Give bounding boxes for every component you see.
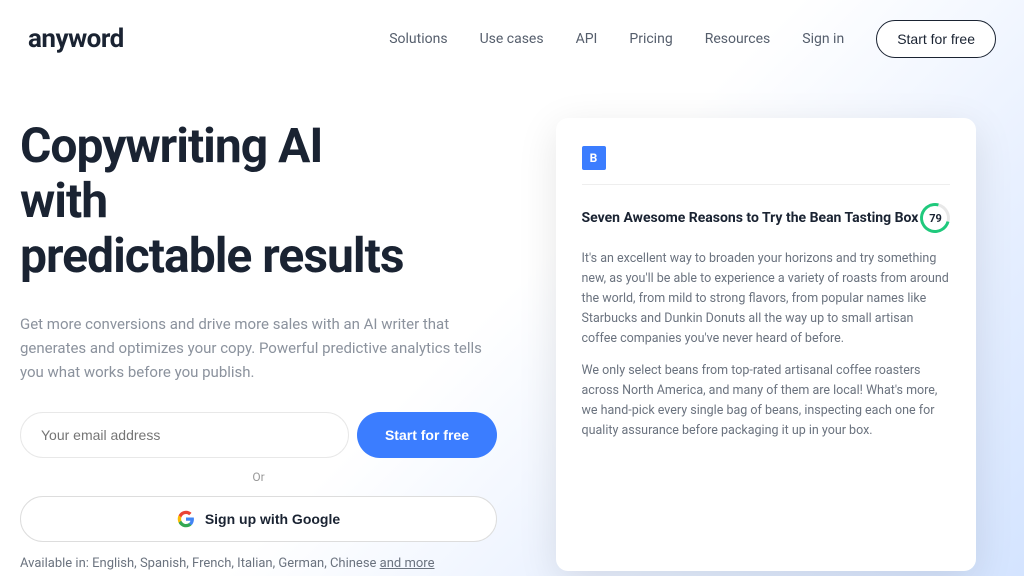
blog-icon: B (582, 146, 606, 170)
headline-line-3: predictable results (20, 227, 403, 284)
headline: Copywriting AI with predictable results (20, 118, 497, 284)
languages-more-link[interactable]: and more (380, 556, 435, 571)
google-signup-button[interactable]: Sign up with Google (20, 496, 497, 542)
headline-line-1: Copywriting AI (20, 117, 322, 174)
email-signup-row: Start for free (20, 412, 497, 458)
top-nav: anyword Solutions Use cases API Pricing … (0, 0, 1024, 78)
score-badge: 79 (914, 198, 955, 239)
demo-card: B Seven Awesome Reasons to Try the Bean … (556, 118, 976, 571)
logo[interactable]: anyword (28, 24, 124, 54)
nav-use-cases[interactable]: Use cases (480, 31, 544, 47)
email-input[interactable] (20, 412, 349, 458)
start-free-button[interactable]: Start for free (357, 412, 497, 458)
nav-solutions[interactable]: Solutions (389, 31, 447, 47)
languages-list: Available in: English, Spanish, French, … (20, 556, 380, 571)
nav-api[interactable]: API (576, 31, 598, 47)
google-icon (177, 510, 195, 528)
nav-resources[interactable]: Resources (705, 31, 771, 47)
card-title-row: Seven Awesome Reasons to Try the Bean Ta… (582, 203, 950, 233)
hero-section: Copywriting AI with predictable results … (20, 118, 497, 571)
nav-signin[interactable]: Sign in (802, 31, 844, 47)
main-content: Copywriting AI with predictable results … (0, 78, 1024, 571)
demo-card-container: B Seven Awesome Reasons to Try the Bean … (527, 118, 1004, 571)
languages-text: Available in: English, Spanish, French, … (20, 556, 497, 571)
nav-pricing[interactable]: Pricing (629, 31, 672, 47)
card-title: Seven Awesome Reasons to Try the Bean Ta… (582, 210, 919, 226)
card-paragraph-1: It's an excellent way to broaden your ho… (582, 249, 950, 349)
card-paragraph-2: We only select beans from top-rated arti… (582, 361, 950, 441)
nav-items: Solutions Use cases API Pricing Resource… (389, 20, 996, 58)
card-divider (582, 184, 950, 185)
google-button-label: Sign up with Google (205, 511, 340, 527)
hero-subtext: Get more conversions and drive more sale… (20, 312, 497, 384)
headline-line-2: with (20, 172, 107, 229)
or-divider: Or (20, 470, 497, 484)
start-free-nav-button[interactable]: Start for free (876, 20, 996, 58)
